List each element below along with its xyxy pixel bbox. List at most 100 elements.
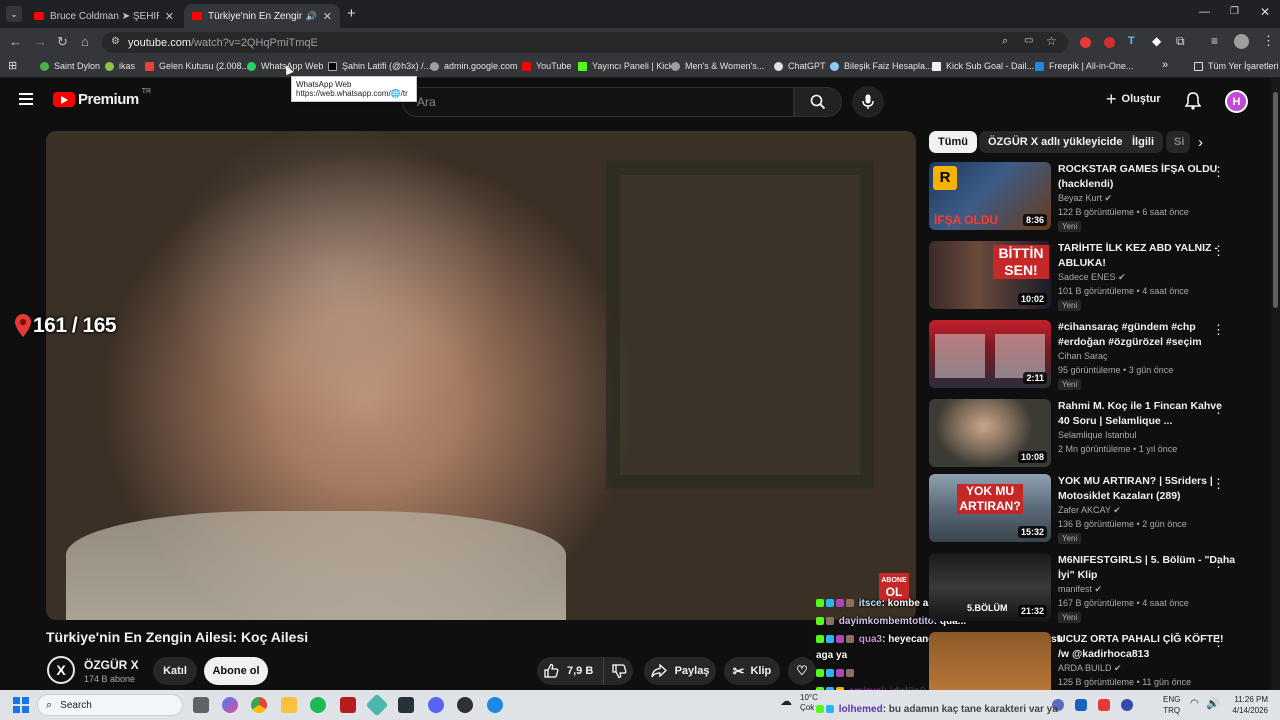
reload-icon[interactable]: ↻ (57, 34, 68, 50)
channel-name[interactable]: manifest ✔ (1058, 584, 1102, 595)
chip-more[interactable]: Si (1166, 131, 1190, 153)
address-bar[interactable]: ⚙ youtube.com/watch?v=2QHqPmiTmqE ⌕ ▭ ☆ (102, 32, 1068, 53)
video-title[interactable]: ROCKSTAR GAMES İFŞA OLDU (hacklendi) (1058, 162, 1236, 192)
video-thumbnail[interactable]: 5.BÖLÜM 21:32 (929, 553, 1051, 621)
app-icon[interactable] (340, 697, 356, 713)
clock[interactable]: 11:26 PM 4/14/2026 (1226, 694, 1268, 716)
chips-next-chevron-icon[interactable]: › (1198, 134, 1203, 151)
back-arrow-icon[interactable]: ← (9, 34, 22, 49)
puzzle-icon[interactable]: ⧉ (1176, 34, 1185, 49)
video-title[interactable]: M6NIFESTGIRLS | 5. Bölüm - "Daha İyi" Kl… (1058, 553, 1236, 583)
bookmark-item[interactable]: Kick Sub Goal - Dail... (932, 61, 1034, 71)
hamburger-menu-icon[interactable] (19, 93, 33, 105)
more-bookmarks-chevron-icon[interactable]: » (1162, 59, 1168, 71)
bookmark-item[interactable]: YouTube (522, 61, 571, 71)
channel-avatar[interactable]: X (47, 656, 75, 684)
scrollbar-thumb[interactable] (1273, 92, 1278, 308)
forward-arrow-icon[interactable]: → (34, 34, 47, 49)
taskbar-search-input[interactable]: ⌕ Search (37, 694, 183, 716)
windows-start-icon[interactable] (13, 697, 29, 713)
share-button[interactable]: Paylaş (644, 657, 716, 685)
bookmark-item[interactable]: Şahin Latifi (@h3x) /... (328, 61, 431, 71)
notifications-bell-icon[interactable] (1184, 92, 1202, 115)
more-actions-icon[interactable]: ⋮ (1212, 476, 1225, 492)
more-actions-icon[interactable]: ⋮ (1212, 164, 1225, 180)
bookmark-item[interactable]: Gelen Kutusu (2.008... (145, 61, 249, 71)
site-info-icon[interactable]: ⚙ (111, 36, 120, 47)
more-actions-icon[interactable]: ⋮ (1212, 401, 1225, 417)
obs-icon[interactable] (457, 697, 473, 713)
browser-tab-inactive[interactable]: Bruce Coldman ➤ ŞEHİRDE AS... ✕ (26, 4, 182, 28)
recommended-video[interactable]: YOK MU ARTIRAN? 15:32 YOK MU ARTIRAN? | … (929, 474, 1269, 548)
clip-button[interactable]: ✂ Klip (724, 657, 780, 685)
bookmark-item[interactable]: Yayıncı Paneli | Kick (578, 61, 673, 71)
cast-icon[interactable]: ▭ (1024, 35, 1033, 46)
app-icon[interactable] (487, 697, 503, 713)
extension-icon[interactable] (1080, 37, 1091, 48)
kebab-menu-icon[interactable]: ⋮ (1262, 33, 1275, 49)
bookmark-item[interactable]: Freepik | All-in-One... (1035, 61, 1133, 71)
all-bookmarks-folder[interactable]: Tüm Yer İşaretleri (1194, 61, 1279, 71)
zoom-icon[interactable]: ⌕ (1002, 35, 1008, 48)
channel-name[interactable]: Sadece ENES ✔ (1058, 272, 1126, 283)
like-button[interactable]: 7,9 B (537, 657, 603, 685)
account-avatar[interactable]: H (1225, 90, 1248, 113)
bookmark-item[interactable]: Bileşik Faiz Hesapla... (830, 61, 933, 71)
recommended-video[interactable]: BİTTİN SEN! 10:02 TARİHTE İLK KEZ ABD YA… (929, 241, 1269, 315)
chip-related[interactable]: İlgili (1123, 131, 1163, 153)
recommended-video[interactable]: UCUZ ORTA PAHALI ÇİĞ KÖFTE!/w @kadirhoca… (929, 632, 1269, 690)
channel-name[interactable]: Selamlique Istanbul (1058, 430, 1137, 440)
browser-tab-active[interactable]: Türkiye'nin En Zengin Ailesi 🔊 ✕ (184, 4, 340, 28)
bookmark-item[interactable]: Men's & Women's... (671, 61, 764, 71)
close-tab-icon[interactable]: ✕ (165, 10, 174, 23)
search-button[interactable] (794, 87, 842, 117)
recommended-video[interactable]: 2:11 #cihansaraç #gündem #chp #erdoğan #… (929, 320, 1269, 394)
voice-search-button[interactable] (852, 86, 884, 118)
video-title[interactable]: TARİHTE İLK KEZ ABD YALNIZ - ABLUKA! (1058, 241, 1236, 271)
chrome-icon[interactable] (251, 697, 267, 713)
thanks-button[interactable]: ♡ (788, 657, 816, 685)
bookmark-item[interactable]: admin.google.com (430, 61, 518, 71)
reading-list-icon[interactable]: ≡ (1211, 34, 1218, 48)
channel-name[interactable]: ÖZGÜR X (84, 658, 139, 672)
bookmark-item[interactable]: Saint Dylon (40, 61, 100, 71)
video-title[interactable]: YOK MU ARTIRAN? | 5Sriders | Motosiklet … (1058, 474, 1236, 504)
recommended-video[interactable]: R İFŞA OLDU 8:36 ROCKSTAR GAMES İFŞA OLD… (929, 162, 1269, 236)
profile-avatar[interactable] (1234, 34, 1249, 49)
page-scrollbar[interactable] (1271, 78, 1280, 690)
volume-icon[interactable]: 🔊 (1206, 697, 1220, 710)
recommended-video[interactable]: 10:08 Rahmi M. Koç ile 1 Fincan Kahve 40… (929, 399, 1269, 473)
copilot-icon[interactable] (222, 697, 238, 713)
extension-icon[interactable] (1104, 37, 1115, 48)
channel-name[interactable]: Zafer AKCAY ✔ (1058, 505, 1121, 516)
tray-app-icon[interactable] (1098, 699, 1110, 711)
video-title[interactable]: Rahmi M. Koç ile 1 Fincan Kahve 40 Soru … (1058, 399, 1236, 429)
app-icon[interactable] (365, 693, 389, 717)
restore-window-icon[interactable]: ❐ (1230, 6, 1239, 17)
video-thumbnail[interactable]: 2:11 (929, 320, 1051, 388)
extension-icon[interactable]: T (1128, 35, 1135, 47)
channel-name[interactable]: ARDA BUILD ✔ (1058, 663, 1122, 674)
bookmark-item[interactable]: ChatGPT (774, 61, 826, 71)
more-actions-icon[interactable]: ⋮ (1212, 555, 1225, 571)
terminal-icon[interactable] (398, 697, 414, 713)
video-title[interactable]: UCUZ ORTA PAHALI ÇİĞ KÖFTE!/w @kadirhoca… (1058, 632, 1236, 662)
close-tab-icon[interactable]: ✕ (323, 10, 332, 23)
subscribe-button[interactable]: Abone ol (204, 657, 268, 685)
channel-name[interactable]: Cihan Saraç (1058, 351, 1108, 361)
tab-search-button[interactable]: ⌄ (6, 6, 22, 22)
tray-app-icon[interactable] (1121, 699, 1133, 711)
tray-app-icon[interactable] (1075, 699, 1087, 711)
youtube-premium-logo[interactable]: Premium TR (53, 88, 151, 108)
video-thumbnail[interactable] (929, 632, 1051, 690)
chip-all[interactable]: Tümü (929, 131, 977, 153)
channel-name[interactable]: Beyaz Kurt ✔ (1058, 193, 1112, 204)
recommended-video[interactable]: 5.BÖLÜM 21:32 M6NIFESTGIRLS | 5. Bölüm -… (929, 553, 1269, 627)
create-button[interactable]: + Oluştur (1106, 90, 1161, 108)
wifi-icon[interactable]: ◠ (1190, 698, 1199, 709)
video-thumbnail[interactable]: YOK MU ARTIRAN? 15:32 (929, 474, 1051, 542)
video-thumbnail[interactable]: BİTTİN SEN! 10:02 (929, 241, 1051, 309)
dislike-button[interactable] (603, 657, 633, 685)
weather-widget[interactable]: ☁ 10°C Çok (780, 693, 818, 713)
file-explorer-icon[interactable] (281, 697, 297, 713)
